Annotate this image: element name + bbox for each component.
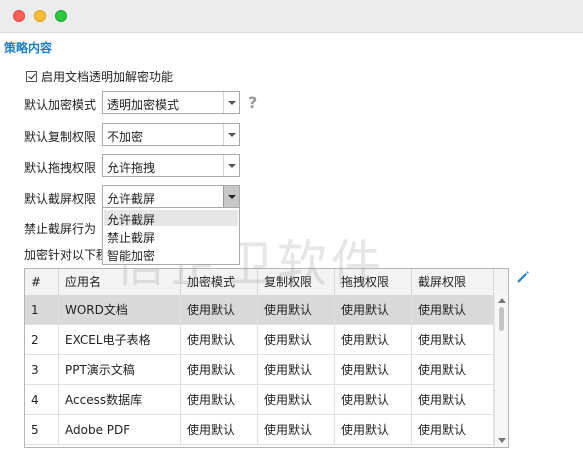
table-row[interactable]: 2 EXCEL电子表格 使用默认 使用默认 使用默认 使用默认	[25, 325, 494, 355]
table-vertical-scrollbar[interactable]	[494, 295, 508, 447]
row-screenshot-perm: 使用默认	[412, 415, 494, 445]
row-copy-perm: 使用默认	[258, 415, 335, 445]
maximize-window-button[interactable]	[55, 10, 67, 22]
drag-perm-select[interactable]: 允许拖拽	[102, 154, 240, 177]
chevron-down-icon[interactable]	[223, 155, 239, 176]
scrollbar-thumb[interactable]	[499, 307, 504, 331]
column-header-copy-perm[interactable]: 复制权限	[258, 269, 335, 295]
encrypt-targets-label: 加密针对以下程	[24, 248, 109, 262]
row-screenshot-perm: 使用默认	[412, 295, 494, 325]
minimize-window-button[interactable]	[34, 10, 46, 22]
scroll-down-arrow-icon[interactable]	[498, 438, 506, 443]
table-row[interactable]: 1 WORD文档 使用默认 使用默认 使用默认 使用默认	[25, 295, 494, 325]
chevron-down-icon[interactable]	[223, 124, 239, 145]
column-header-index[interactable]: #	[25, 269, 59, 295]
row-drag-perm: 使用默认	[335, 295, 412, 325]
row-index: 3	[25, 355, 59, 385]
encrypt-mode-value: 透明加密模式	[107, 98, 180, 112]
drag-perm-label: 默认拖拽权限	[24, 161, 97, 175]
row-copy-perm: 使用默认	[258, 325, 335, 355]
row-drag-perm: 使用默认	[335, 385, 412, 415]
row-encrypt-mode: 使用默认	[181, 355, 258, 385]
table-row[interactable]: 4 Access数据库 使用默认 使用默认 使用默认 使用默认	[25, 385, 494, 415]
row-encrypt-mode: 使用默认	[181, 385, 258, 415]
screenshot-perm-value: 允许截屏	[107, 192, 156, 206]
copy-perm-value: 不加密	[107, 130, 144, 144]
row-app-name: WORD文档	[59, 295, 181, 325]
section-title: 策略内容	[4, 41, 53, 55]
row-app-name: EXCEL电子表格	[59, 325, 181, 355]
dropdown-option-allow-screenshot[interactable]: 允许截屏	[104, 210, 238, 227]
row-screenshot-perm: 使用默认	[412, 355, 494, 385]
screenshot-perm-select[interactable]: 允许截屏	[102, 185, 240, 208]
row-copy-perm: 使用默认	[258, 385, 335, 415]
row-encrypt-mode: 使用默认	[181, 295, 258, 325]
table-row[interactable]: 5 Adobe PDF 使用默认 使用默认 使用默认 使用默认	[25, 415, 494, 445]
chevron-down-icon[interactable]	[223, 186, 239, 207]
row-drag-perm: 使用默认	[335, 355, 412, 385]
chevron-down-icon[interactable]	[223, 92, 239, 113]
column-header-screenshot-perm[interactable]: 截屏权限	[412, 269, 494, 295]
row-encrypt-mode: 使用默认	[181, 415, 258, 445]
checkbox-checked-icon[interactable]	[26, 70, 37, 82]
table-row[interactable]: 3 PPT演示文稿 使用默认 使用默认 使用默认 使用默认	[25, 355, 494, 385]
ban-screenshot-behavior-label: 禁止截屏行为	[24, 222, 97, 236]
column-header-drag-perm[interactable]: 拖拽权限	[335, 269, 412, 295]
copy-perm-label: 默认复制权限	[24, 130, 97, 144]
app-policy-table: # 应用名 加密模式 复制权限 拖拽权限 截屏权限 1 WORD文档 使用默认 …	[24, 268, 509, 448]
drag-perm-value: 允许拖拽	[107, 161, 156, 175]
column-header-app-name[interactable]: 应用名	[59, 269, 181, 295]
row-screenshot-perm: 使用默认	[412, 385, 494, 415]
row-drag-perm: 使用默认	[335, 415, 412, 445]
close-window-button[interactable]	[13, 10, 25, 22]
row-drag-perm: 使用默认	[335, 325, 412, 355]
row-app-name: PPT演示文稿	[59, 355, 181, 385]
row-index: 2	[25, 325, 59, 355]
enable-encryption-label: 启用文档透明加解密功能	[41, 69, 174, 84]
dropdown-option-ban-screenshot[interactable]: 禁止截屏	[107, 229, 155, 246]
row-index: 1	[25, 295, 59, 325]
row-encrypt-mode: 使用默认	[181, 325, 258, 355]
row-index: 5	[25, 415, 59, 445]
copy-perm-select[interactable]: 不加密	[102, 123, 240, 146]
row-app-name: Access数据库	[59, 385, 181, 415]
title-bar	[0, 0, 583, 33]
row-copy-perm: 使用默认	[258, 355, 335, 385]
screenshot-perm-label: 默认截屏权限	[24, 192, 97, 206]
row-index: 4	[25, 385, 59, 415]
help-icon[interactable]: ?	[248, 93, 257, 112]
enable-encryption-checkbox-row[interactable]: 启用文档透明加解密功能	[26, 68, 173, 84]
column-header-encrypt-mode[interactable]: 加密模式	[181, 269, 258, 295]
encrypt-mode-select[interactable]: 透明加密模式	[102, 91, 240, 114]
dropdown-option-smart-encrypt[interactable]: 智能加密	[107, 247, 155, 264]
screenshot-perm-dropdown-list: 允许截屏 禁止截屏 智能加密	[102, 207, 240, 265]
edit-pencil-icon[interactable]	[516, 270, 530, 284]
row-copy-perm: 使用默认	[258, 295, 335, 325]
scroll-up-arrow-icon[interactable]	[498, 298, 506, 303]
table-header: # 应用名 加密模式 复制权限 拖拽权限 截屏权限	[25, 269, 508, 296]
encrypt-mode-label: 默认加密模式	[24, 98, 97, 112]
row-app-name: Adobe PDF	[59, 415, 181, 445]
row-screenshot-perm: 使用默认	[412, 325, 494, 355]
